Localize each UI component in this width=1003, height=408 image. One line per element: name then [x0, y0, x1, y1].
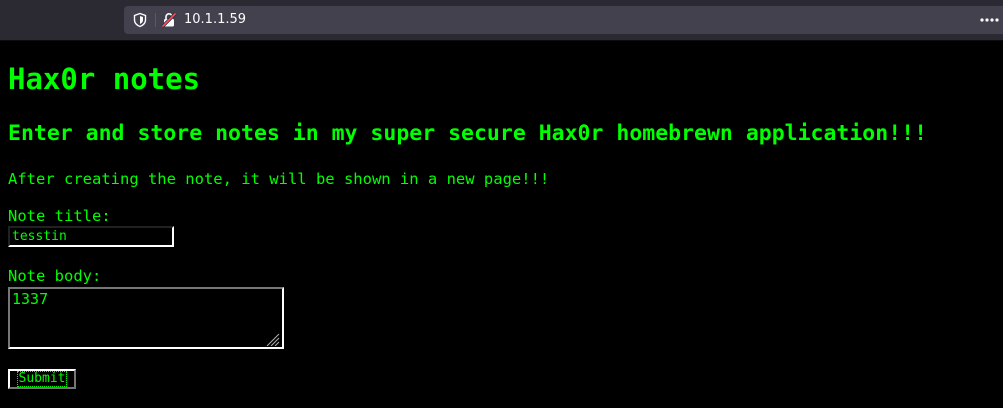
url-bar[interactable]: 10.1.1.59 [124, 6, 1003, 34]
resize-grip-icon[interactable] [264, 331, 280, 347]
urlbar-separator [155, 13, 156, 27]
browser-toolbar: 10.1.1.59 [0, 0, 1003, 41]
url-text[interactable]: 10.1.1.59 [184, 12, 246, 28]
note-title-input[interactable] [8, 226, 174, 247]
submit-button[interactable]: Submit [8, 369, 76, 389]
page-title: Hax0r notes [8, 62, 201, 96]
insecure-lock-icon[interactable] [161, 12, 177, 28]
note-body-label: Note body: [8, 267, 102, 285]
more-icon[interactable] [979, 12, 999, 28]
note-body-input[interactable]: 1337 [8, 287, 284, 349]
page-subtitle: Enter and store notes in my super secure… [8, 121, 928, 146]
note-title-label: Note title: [8, 207, 111, 225]
info-text: After creating the note, it will be show… [8, 170, 550, 188]
shield-icon[interactable] [132, 12, 148, 28]
submit-button-label: Submit [16, 371, 68, 387]
